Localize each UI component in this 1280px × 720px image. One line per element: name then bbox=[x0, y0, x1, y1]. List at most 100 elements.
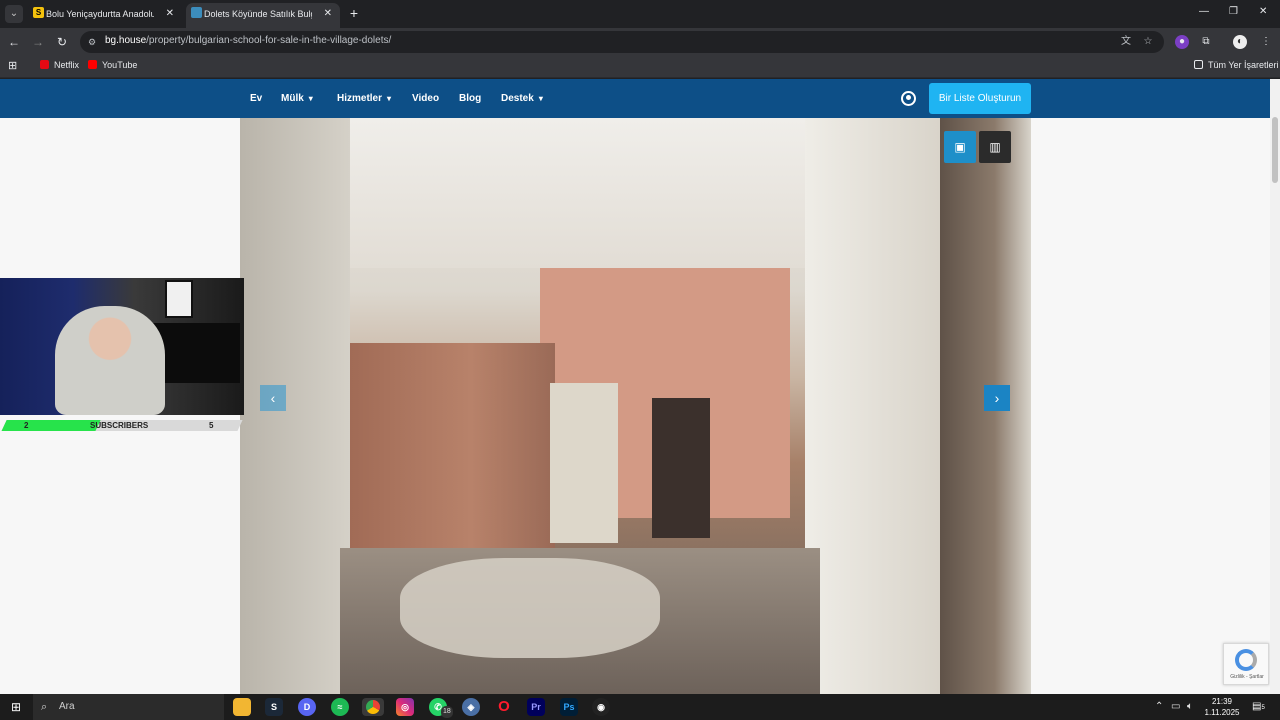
map-view-button[interactable]: ▥ bbox=[979, 131, 1011, 163]
property-photo-gallery[interactable]: ▣ ▥ ‹ › bbox=[240, 118, 1031, 694]
chevron-left-icon: ‹ bbox=[270, 390, 276, 406]
s-favicon-icon: S bbox=[33, 7, 44, 18]
screen: ⌄ S Bolu Yeniçaydurtta Anadolu Of ✕ Dole… bbox=[0, 0, 1280, 720]
app-icon[interactable]: ◈ bbox=[462, 698, 480, 716]
tab-title: Bolu Yeniçaydurtta Anadolu Of bbox=[46, 9, 154, 19]
tab-bolu[interactable]: S Bolu Yeniçaydurtta Anadolu Of ✕ bbox=[28, 3, 182, 28]
search-placeholder: Ara bbox=[59, 701, 75, 712]
all-bookmarks[interactable]: Tüm Yer İşaretleri bbox=[1194, 60, 1279, 70]
site-navbar: Ev Mülk ▾ Hizmetler ▾ Video Blog Destek ▾ B… bbox=[0, 79, 1270, 118]
chevron-right-icon: › bbox=[994, 390, 1000, 406]
scroll-thumb[interactable] bbox=[1272, 117, 1278, 183]
chevron-down-icon: ▾ bbox=[308, 94, 313, 103]
user-account-icon[interactable] bbox=[901, 91, 916, 106]
menu-item-destek[interactable]: Destek ▾ bbox=[501, 93, 543, 104]
menu-item-hizmetler[interactable]: Hizmetler ▾ bbox=[337, 93, 391, 104]
photoshop-icon[interactable]: Ps bbox=[560, 698, 578, 716]
recaptcha-badge[interactable]: Gizlilik - Şartlar bbox=[1223, 643, 1269, 685]
chevron-up-icon[interactable]: ⌃ bbox=[1155, 701, 1163, 713]
folder-icon bbox=[1194, 60, 1203, 69]
netflix-icon bbox=[40, 60, 49, 69]
subscriber-progress-fill bbox=[1, 420, 101, 431]
menu-icon[interactable]: ⋮ bbox=[1259, 35, 1273, 49]
file-explorer-icon[interactable] bbox=[233, 698, 251, 716]
clock-date: 1.11.2025 bbox=[1204, 708, 1240, 717]
subscriber-current: 2 bbox=[24, 421, 29, 430]
opera-icon[interactable]: O bbox=[495, 698, 513, 716]
browser-toolbar: ← → ↻ ⚙ bg.house/property/bulgarian-scho… bbox=[0, 28, 1280, 56]
bookmark-netflix[interactable]: Netflix bbox=[40, 60, 79, 70]
photo-ceiling bbox=[350, 118, 810, 268]
bookmark-star-icon[interactable]: ☆ bbox=[1142, 36, 1154, 48]
windows-start-icon[interactable]: ⊞ bbox=[9, 700, 23, 714]
menu-item-mulk[interactable]: Mülk ▾ bbox=[281, 93, 313, 104]
notification-count: 5 bbox=[1261, 705, 1265, 711]
clock-time: 21:39 bbox=[1211, 697, 1233, 706]
network-icon[interactable]: ▭ bbox=[1171, 701, 1180, 713]
spotify-icon[interactable]: ≈ bbox=[331, 698, 349, 716]
chevron-down-icon: ▾ bbox=[538, 94, 543, 103]
search-icon: ⌕ bbox=[41, 701, 48, 713]
cam-streamer bbox=[55, 306, 165, 415]
recaptcha-icon bbox=[1235, 649, 1257, 671]
taskbar-clock[interactable]: 21:39 1.11.2025 bbox=[1200, 696, 1244, 718]
tab-search-button[interactable]: ⌄ bbox=[5, 5, 23, 23]
webcam-overlay bbox=[0, 278, 244, 415]
windows-taskbar: ⊞ ⌕ Ara S D ≈ ◎ ✆ 18 ◈ O Pr Ps ◉ ⌃ ▭ 🔈︎ … bbox=[0, 694, 1280, 720]
volume-icon[interactable]: 🔈︎ bbox=[1187, 701, 1193, 713]
chrome-icon[interactable] bbox=[362, 698, 384, 716]
subscriber-goal: 5 bbox=[209, 421, 214, 430]
image-icon: ▣ bbox=[954, 140, 966, 154]
extension-profile-icon[interactable]: ● bbox=[1175, 35, 1189, 49]
close-tab-icon[interactable]: ✕ bbox=[324, 3, 332, 25]
whatsapp-badge: 18 bbox=[441, 706, 453, 718]
cam-poster bbox=[165, 280, 193, 318]
profile-avatar-icon[interactable]: ◐ bbox=[1233, 35, 1247, 49]
instagram-icon[interactable]: ◎ bbox=[396, 698, 414, 716]
subscriber-label: SUBSCRIBERS bbox=[90, 421, 149, 430]
page-scrollbar[interactable] bbox=[1270, 79, 1280, 694]
close-tab-icon[interactable]: ✕ bbox=[166, 3, 174, 25]
url-text[interactable]: bg.house/property/bulgarian-school-for-s… bbox=[105, 35, 391, 46]
tab-title: Dolets Köyünde Satılık Bulgar O bbox=[204, 9, 312, 19]
previous-photo-button[interactable]: ‹ bbox=[260, 385, 286, 411]
extensions-icon[interactable]: ⧉ bbox=[1199, 35, 1213, 49]
close-window-icon[interactable]: ✕ bbox=[1259, 6, 1267, 17]
obs-icon[interactable]: ◉ bbox=[592, 698, 610, 716]
menu-item-blog[interactable]: Blog bbox=[459, 93, 481, 104]
photo-view-button[interactable]: ▣ bbox=[944, 131, 976, 163]
address-bar[interactable]: ⚙ bg.house/property/bulgarian-school-for… bbox=[80, 31, 1164, 53]
photo-left-wall bbox=[240, 118, 350, 694]
back-icon[interactable]: ← bbox=[6, 34, 22, 50]
bookmark-youtube[interactable]: YouTube bbox=[88, 60, 137, 70]
chrome-logo-icon bbox=[366, 700, 380, 714]
recaptcha-text[interactable]: Gizlilik - Şartlar bbox=[1224, 674, 1270, 680]
forward-icon[interactable]: → bbox=[30, 34, 46, 50]
menu-item-ev[interactable]: Ev bbox=[250, 93, 262, 104]
tab-dolets[interactable]: Dolets Köyünde Satılık Bulgar O ✕ bbox=[186, 3, 340, 28]
photo-pillar bbox=[805, 118, 945, 694]
create-listing-button[interactable]: Bir Liste Oluşturun bbox=[929, 83, 1031, 114]
web-page: Ev Mülk ▾ Hizmetler ▾ Video Blog Destek ▾ B… bbox=[0, 79, 1270, 694]
translate-icon[interactable]: 文 bbox=[1120, 36, 1132, 48]
menu-item-video[interactable]: Video bbox=[412, 93, 439, 104]
premiere-icon[interactable]: Pr bbox=[527, 698, 545, 716]
steam-icon[interactable]: S bbox=[265, 698, 283, 716]
restore-icon[interactable]: ❐ bbox=[1229, 6, 1238, 17]
map-icon: ▥ bbox=[989, 140, 1001, 154]
discord-icon[interactable]: D bbox=[298, 698, 316, 716]
site-favicon-icon bbox=[191, 7, 202, 18]
minimize-icon[interactable]: — bbox=[1199, 6, 1209, 17]
notifications-icon[interactable]: ▤5 bbox=[1252, 701, 1266, 713]
taskbar-search[interactable]: ⌕ Ara bbox=[33, 694, 224, 720]
reload-icon[interactable]: ↻ bbox=[54, 34, 70, 50]
apps-icon[interactable]: ⊞ bbox=[8, 59, 17, 72]
tab-strip: ⌄ S Bolu Yeniçaydurtta Anadolu Of ✕ Dole… bbox=[0, 0, 1280, 28]
photo-door bbox=[550, 383, 618, 543]
photo-dark-door bbox=[652, 398, 710, 538]
youtube-icon bbox=[88, 60, 97, 69]
next-photo-button[interactable]: › bbox=[984, 385, 1010, 411]
new-tab-button[interactable]: + bbox=[346, 5, 362, 21]
site-info-icon[interactable]: ⚙ bbox=[88, 36, 100, 48]
chevron-down-icon: ▾ bbox=[387, 94, 392, 103]
